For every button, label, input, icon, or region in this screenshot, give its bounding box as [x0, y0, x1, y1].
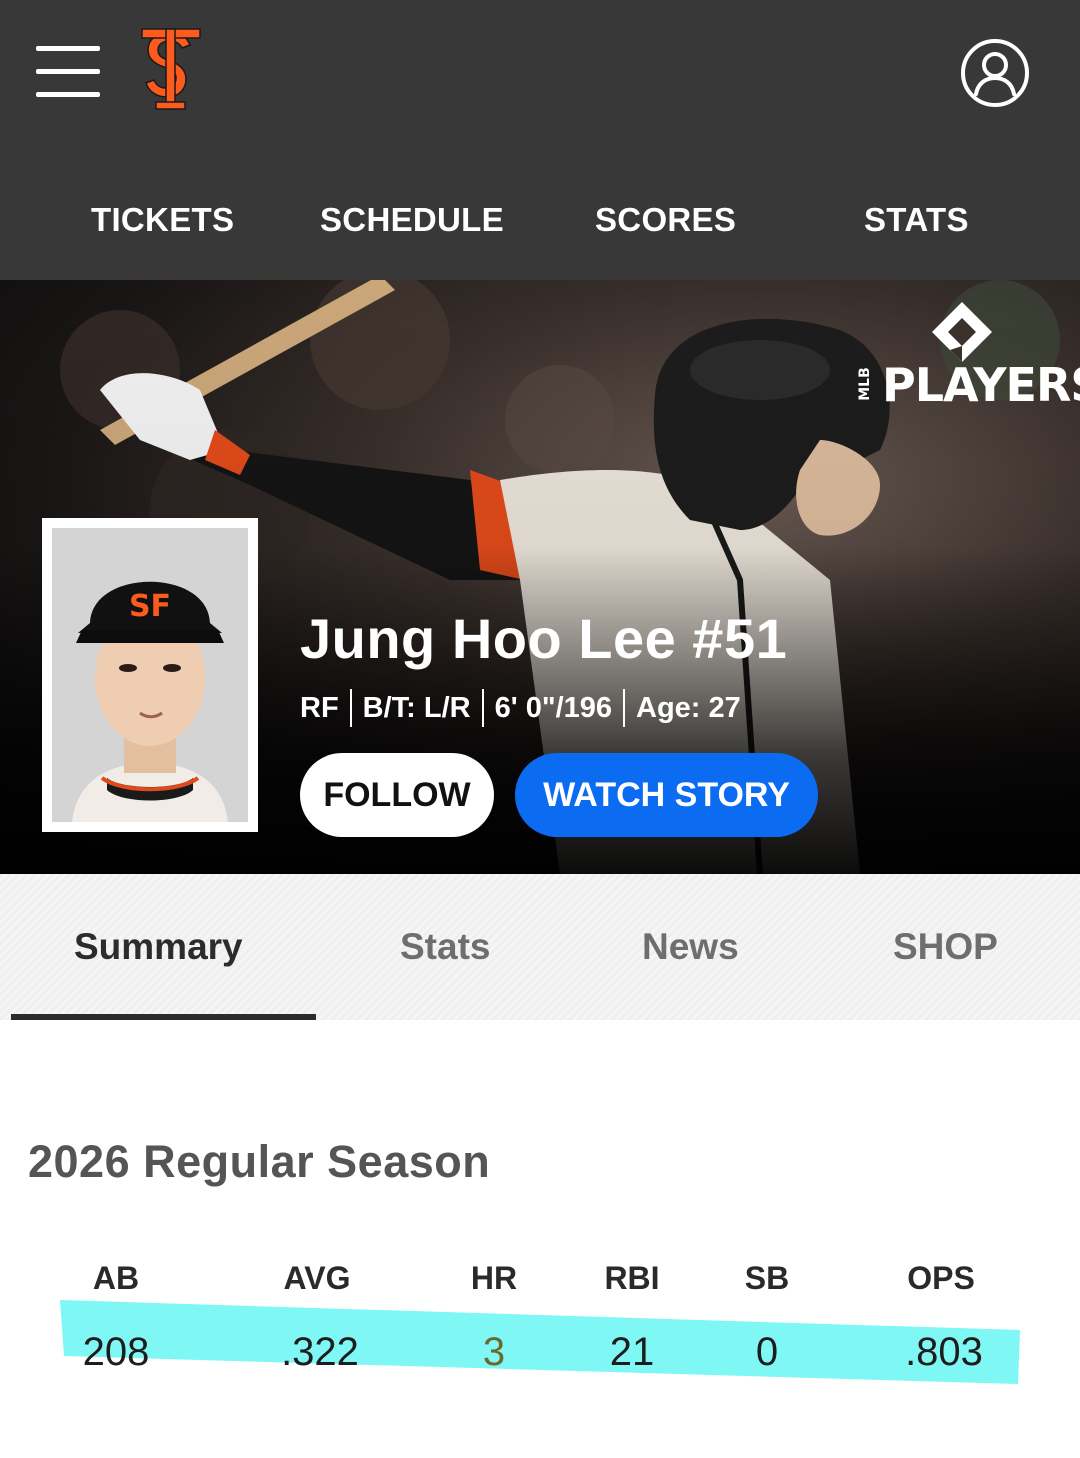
player-hero: MLB PLAYERS SF Jung Hoo Lee #51 RF B [0, 280, 1080, 874]
stat-value-avg: .322 [281, 1330, 359, 1374]
tab-shop[interactable]: SHOP [893, 922, 998, 972]
tab-summary[interactable]: Summary [74, 922, 243, 972]
player-headshot-frame: SF [42, 518, 258, 832]
follow-button[interactable]: FOLLOW [300, 753, 494, 837]
stat-value-sb: 0 [755, 1330, 779, 1374]
stat-value-hr: 3 [482, 1330, 506, 1374]
sf-giants-logo[interactable] [138, 26, 204, 112]
player-position: RF [300, 691, 339, 724]
stat-header-ab: AB [92, 1260, 140, 1296]
hamburger-menu-icon[interactable] [36, 46, 100, 98]
season-title: 2026 Regular Season [28, 1136, 491, 1187]
meta-divider [481, 689, 484, 727]
main-nav: TICKETS SCHEDULE SCORES STATS [0, 190, 1080, 250]
mlb-players-badge: MLB PLAYERS [857, 300, 1080, 412]
stat-value-ab: 208 [82, 1330, 150, 1374]
nav-scores[interactable]: SCORES [595, 190, 736, 250]
nav-tickets[interactable]: TICKETS [91, 190, 234, 250]
meta-divider [623, 689, 626, 727]
player-bats-throws: B/T: L/R [362, 691, 471, 724]
mlb-badge-small-text: MLB [856, 367, 873, 401]
watch-story-button[interactable]: WATCH STORY [515, 753, 818, 837]
stat-header-sb: SB [744, 1260, 790, 1296]
stat-value-rbi: 21 [609, 1330, 655, 1374]
user-account-icon[interactable] [960, 38, 1030, 108]
active-tab-indicator [11, 1014, 316, 1020]
nav-stats[interactable]: STATS [864, 190, 969, 250]
headshot-image: SF [52, 528, 248, 822]
stat-header-hr: HR [470, 1260, 518, 1296]
stat-header-ops: OPS [907, 1260, 975, 1296]
meta-divider [349, 689, 352, 727]
tab-stats[interactable]: Stats [400, 922, 490, 972]
player-tabs: Summary Stats News SHOP [0, 874, 1080, 1020]
stat-value-ops: .803 [905, 1330, 983, 1374]
stat-header-avg: AVG [283, 1260, 351, 1296]
diamond-logo-icon [932, 302, 992, 362]
top-bar: TICKETS SCHEDULE SCORES STATS [0, 0, 1080, 280]
nav-schedule[interactable]: SCHEDULE [320, 190, 504, 250]
player-headshot: SF [52, 528, 248, 822]
stat-header-rbi: RBI [604, 1260, 660, 1296]
mlb-badge-text: PLAYERS [882, 358, 1080, 412]
player-age: Age: 27 [636, 691, 741, 724]
player-name: Jung Hoo Lee #51 [300, 607, 788, 670]
player-height-weight: 6' 0"/196 [494, 691, 613, 724]
player-meta: RF B/T: L/R 6' 0"/196 Age: 27 [300, 688, 741, 728]
svg-text:SF: SF [129, 589, 171, 624]
tab-news[interactable]: News [642, 922, 739, 972]
